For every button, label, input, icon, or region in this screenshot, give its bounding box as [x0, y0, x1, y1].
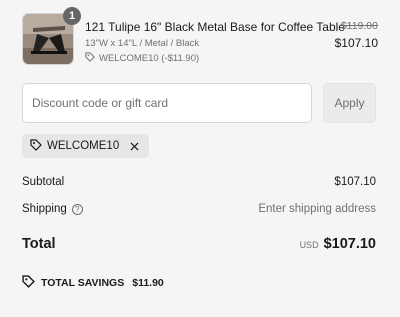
- product-thumbnail: 1: [22, 7, 81, 65]
- shipping-row: Shipping ? Enter shipping address: [22, 203, 376, 215]
- currency-code: USD: [299, 240, 319, 250]
- applied-discount-chip: WELCOME10: [22, 134, 150, 158]
- close-icon[interactable]: [127, 139, 141, 153]
- product-discount-text: WELCOME10 (-$11.90): [99, 53, 200, 64]
- total-savings: TOTAL SAVINGS $11.90: [22, 275, 164, 291]
- total-value: $107.10: [323, 236, 376, 252]
- compare-at-price: $119.00: [340, 20, 378, 32]
- savings-amount: $11.90: [132, 277, 164, 289]
- product-price: $107.10: [334, 36, 378, 50]
- subtotal-value: $107.10: [334, 176, 376, 188]
- subtotal-label: Subtotal: [22, 176, 65, 188]
- product-title: 121 Tulipe 16" Black Metal Base for Coff…: [85, 20, 345, 34]
- product-variant: 13"W x 14"L / Metal / Black: [85, 38, 200, 49]
- savings-label: TOTAL SAVINGS: [41, 277, 125, 289]
- tag-icon: [85, 52, 95, 65]
- line-item: 1 121 Tulipe 16" Black Metal Base for Co…: [22, 7, 378, 67]
- apply-button[interactable]: Apply: [323, 83, 376, 123]
- tag-icon: [30, 138, 42, 154]
- total-row: Total USD $107.10: [22, 236, 376, 252]
- subtotal-row: Subtotal $107.10: [22, 176, 376, 188]
- total-label: Total: [22, 236, 56, 252]
- info-icon[interactable]: ?: [71, 203, 83, 215]
- shipping-label: Shipping: [22, 203, 67, 215]
- quantity-badge: 1: [63, 7, 81, 25]
- tag-icon: [22, 275, 35, 291]
- discount-code-input[interactable]: [22, 83, 312, 123]
- applied-code-label: WELCOME10: [47, 140, 120, 152]
- shipping-value: Enter shipping address: [258, 203, 376, 215]
- discount-form: Apply: [22, 83, 376, 123]
- product-discount: WELCOME10 (-$11.90): [85, 52, 199, 65]
